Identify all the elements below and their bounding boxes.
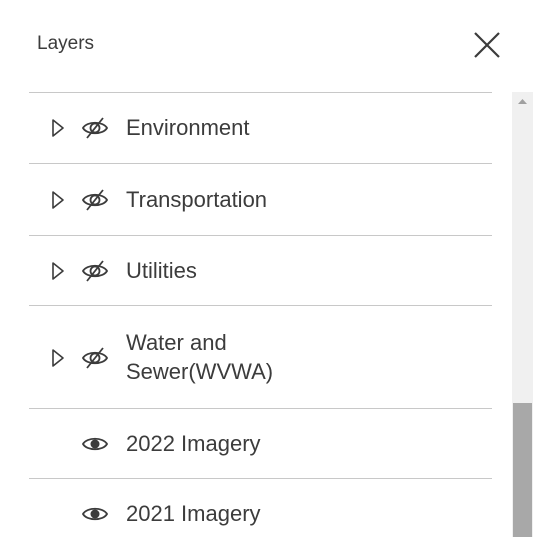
scrollbar-thumb[interactable] [513, 403, 532, 537]
expand-triangle-icon[interactable] [51, 261, 65, 281]
expand-triangle-icon[interactable] [51, 190, 65, 210]
eye-visible-icon[interactable] [81, 430, 109, 458]
layer-label: 2022 Imagery [126, 431, 261, 456]
layer-label: 2021 Imagery [126, 501, 261, 526]
layer-label: Water and Sewer(WVWA) [126, 330, 274, 384]
layer-row[interactable]: 2022 Imagery [29, 409, 492, 479]
eye-hidden-icon[interactable] [81, 344, 109, 372]
layer-row[interactable]: 2021 Imagery [29, 479, 492, 537]
scroll-up-arrow-icon[interactable] [512, 92, 533, 112]
panel-header: Layers [0, 0, 533, 92]
layer-list-viewport: Environment Transportation Utilities Wat… [0, 92, 533, 537]
vertical-scrollbar[interactable] [512, 92, 533, 537]
panel-title: Layers [37, 33, 95, 54]
eye-hidden-icon[interactable] [81, 186, 109, 214]
layer-row[interactable]: Environment [29, 92, 492, 164]
eye-hidden-icon[interactable] [81, 114, 109, 142]
layers-panel: Layers Environment Transportation Utilit… [0, 0, 533, 537]
eye-visible-icon[interactable] [81, 500, 109, 528]
layer-label: Environment [126, 115, 250, 140]
expand-triangle-icon[interactable] [51, 348, 65, 368]
layer-label: Transportation [126, 187, 268, 212]
layer-row[interactable]: Water and Sewer(WVWA) [29, 306, 492, 409]
layer-label: Utilities [126, 258, 197, 283]
layer-row[interactable]: Utilities [29, 236, 492, 306]
expand-triangle-icon[interactable] [51, 118, 65, 138]
layer-row[interactable]: Transportation [29, 164, 492, 236]
close-icon [474, 32, 500, 58]
close-button[interactable] [470, 28, 504, 62]
eye-hidden-icon[interactable] [81, 257, 109, 285]
